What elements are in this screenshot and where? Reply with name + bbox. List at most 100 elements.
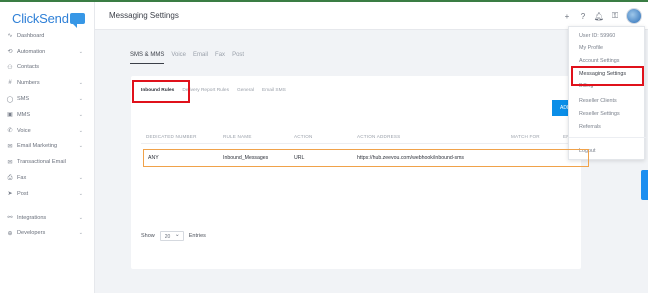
menu-item-reseller-settings[interactable]: Reseller Settings bbox=[579, 111, 620, 117]
cell-action: URL bbox=[294, 155, 305, 161]
sidebar-item-post[interactable]: ➤ Post ⌄ bbox=[0, 186, 95, 202]
sidebar-nav: ∿ Dashboard ⟲ Automation ⌄ ⚇ Contacts # … bbox=[0, 28, 95, 241]
sidebar-item-voice[interactable]: ✆ Voice ⌄ bbox=[0, 123, 95, 139]
table-divider bbox=[141, 143, 581, 144]
column-header[interactable]: ACTION ADDRESS bbox=[357, 134, 400, 139]
chevron-down-icon: ⌄ bbox=[78, 111, 83, 118]
page-title: Messaging Settings bbox=[109, 11, 179, 20]
sidebar-item-label: Integrations bbox=[17, 214, 47, 221]
contacts-icon: ⚇ bbox=[7, 64, 13, 71]
fax-icon: ⎙ bbox=[7, 174, 13, 181]
sidebar-item-label: Automation bbox=[17, 48, 46, 55]
chevron-down-icon: ⌄ bbox=[78, 230, 83, 237]
page-size-select[interactable]: 20 bbox=[159, 231, 184, 241]
top-header: Messaging Settings + ? 🔔︎ ⚿ bbox=[95, 2, 648, 30]
chat-icon: ◯ bbox=[6, 96, 14, 103]
sidebar-item-label: Fax bbox=[17, 175, 27, 182]
menu-item-billing[interactable]: Billing bbox=[579, 83, 593, 89]
sidebar: ClickSend ∿ Dashboard ⟲ Automation ⌄ ⚇ C… bbox=[0, 2, 95, 293]
image-icon: ▣ bbox=[7, 112, 13, 119]
tab-voice[interactable]: Voice bbox=[171, 52, 186, 64]
sidebar-item-label: Numbers bbox=[17, 80, 40, 87]
sidebar-item-label: Email Marketing bbox=[17, 143, 58, 150]
chevron-down-icon: ⌄ bbox=[78, 48, 83, 55]
avatar[interactable] bbox=[626, 8, 642, 24]
logo-text: ClickSend bbox=[12, 11, 69, 26]
sidebar-item-label: MMS bbox=[17, 111, 31, 118]
column-header[interactable]: MATCH FOR bbox=[511, 134, 540, 139]
subtab-delivery-report-rules[interactable]: Delivery Report Rules bbox=[182, 88, 229, 93]
sidebar-item-fax[interactable]: ⎙ Fax ⌄ bbox=[0, 170, 95, 186]
menu-item-messaging-settings[interactable]: Messaging Settings bbox=[579, 71, 626, 77]
pulse-icon: ∿ bbox=[7, 33, 13, 40]
sidebar-item-sms[interactable]: ◯ SMS ⌄ bbox=[0, 91, 95, 107]
menu-item-account-settings[interactable]: Account Settings bbox=[579, 58, 619, 64]
key-icon[interactable]: ⚿ bbox=[608, 9, 622, 23]
integrations-icon: ⚯ bbox=[7, 215, 13, 222]
cell-rule-name: Inbound_Messages bbox=[223, 155, 269, 161]
column-header[interactable]: DEDICATED NUMBER bbox=[146, 134, 197, 139]
cell-dedicated-number: ANY bbox=[148, 155, 159, 161]
rules-subtabs: Inbound Rules Delivery Report Rules Gene… bbox=[141, 88, 294, 93]
sidebar-item-mms[interactable]: ▣ MMS ⌄ bbox=[0, 107, 95, 123]
send-icon: ➤ bbox=[7, 191, 13, 198]
page-size-control: Show 20 Entries bbox=[141, 231, 206, 241]
sidebar-item-label: Developers bbox=[17, 230, 46, 237]
settings-tabs: SMS & MMS Voice Email Fax Post bbox=[130, 52, 251, 64]
entries-label: Entries bbox=[188, 233, 206, 239]
clicksend-logo[interactable]: ClickSend bbox=[12, 11, 85, 28]
chevron-down-icon: ⌄ bbox=[78, 127, 83, 134]
tab-post[interactable]: Post bbox=[232, 52, 244, 64]
sidebar-item-label: Transactional Email bbox=[17, 159, 66, 166]
subtab-general[interactable]: General bbox=[237, 88, 254, 93]
phone-icon: ✆ bbox=[7, 128, 13, 135]
table-row[interactable]: ANY Inbound_Messages URL https://hub.zee… bbox=[143, 149, 589, 166]
cell-action-address: https://hub.zeevou.com/webhook/inbound-s… bbox=[357, 155, 464, 161]
sidebar-item-developers[interactable]: ⊕ Developers ⌄ bbox=[0, 226, 95, 242]
sidebar-item-label: Dashboard bbox=[17, 32, 45, 39]
sidebar-item-automation[interactable]: ⟲ Automation ⌄ bbox=[0, 44, 95, 60]
chevron-down-icon: ⌄ bbox=[78, 96, 83, 103]
feedback-tab[interactable] bbox=[641, 170, 648, 200]
tab-email[interactable]: Email bbox=[193, 52, 208, 64]
tab-fax[interactable]: Fax bbox=[215, 52, 225, 64]
help-icon[interactable]: ? bbox=[576, 9, 590, 23]
header-actions: + ? 🔔︎ ⚿ bbox=[558, 8, 642, 24]
show-label: Show bbox=[141, 233, 155, 239]
sidebar-item-email-marketing[interactable]: ✉ Email Marketing ⌄ bbox=[0, 139, 95, 155]
bell-icon[interactable]: 🔔︎ bbox=[592, 9, 606, 23]
transactional-email-icon: ✉ bbox=[7, 159, 13, 166]
user-menu: User ID: 59960 My Profile Account Settin… bbox=[568, 26, 646, 160]
sidebar-item-contacts[interactable]: ⚇ Contacts bbox=[0, 60, 95, 76]
chevron-down-icon: ⌄ bbox=[78, 175, 83, 182]
menu-item-my-profile[interactable]: My Profile bbox=[579, 45, 603, 51]
chevron-down-icon: ⌄ bbox=[78, 214, 83, 221]
chevron-down-icon: ⌄ bbox=[78, 80, 83, 87]
chevron-down-icon: ⌄ bbox=[78, 143, 83, 150]
sidebar-item-dashboard[interactable]: ∿ Dashboard bbox=[0, 28, 95, 44]
menu-item-referrals[interactable]: Referrals bbox=[579, 124, 601, 130]
sidebar-item-label: Contacts bbox=[17, 64, 40, 71]
menu-item-reseller-clients[interactable]: Reseller Clients bbox=[579, 98, 617, 104]
sidebar-item-numbers[interactable]: # Numbers ⌄ bbox=[0, 75, 95, 91]
hash-icon: # bbox=[8, 80, 12, 87]
subtab-inbound-rules[interactable]: Inbound Rules bbox=[141, 88, 174, 93]
menu-item-logout[interactable]: Logout bbox=[579, 148, 596, 154]
email-icon: ✉ bbox=[7, 143, 13, 150]
chat-bubble-icon bbox=[69, 13, 85, 28]
subtab-email-sms[interactable]: Email SMS bbox=[262, 88, 286, 93]
sidebar-item-label: Voice bbox=[17, 127, 31, 134]
sidebar-item-integrations[interactable]: ⚯ Integrations ⌄ bbox=[0, 210, 95, 226]
sidebar-item-transactional-email[interactable]: ✉ Transactional Email bbox=[0, 154, 95, 170]
chevron-down-icon: ⌄ bbox=[78, 190, 83, 197]
rules-card: Inbound Rules Delivery Report Rules Gene… bbox=[131, 76, 581, 269]
sidebar-item-label: SMS bbox=[17, 96, 30, 103]
tab-sms-mms[interactable]: SMS & MMS bbox=[130, 52, 165, 64]
sidebar-item-label: Post bbox=[17, 190, 29, 197]
developers-icon: ⊕ bbox=[7, 230, 13, 237]
column-header[interactable]: ACTION bbox=[294, 134, 313, 139]
plus-icon[interactable]: + bbox=[560, 9, 574, 23]
column-header[interactable]: RULE NAME bbox=[223, 134, 252, 139]
user-id: User ID: 59960 bbox=[579, 33, 616, 39]
